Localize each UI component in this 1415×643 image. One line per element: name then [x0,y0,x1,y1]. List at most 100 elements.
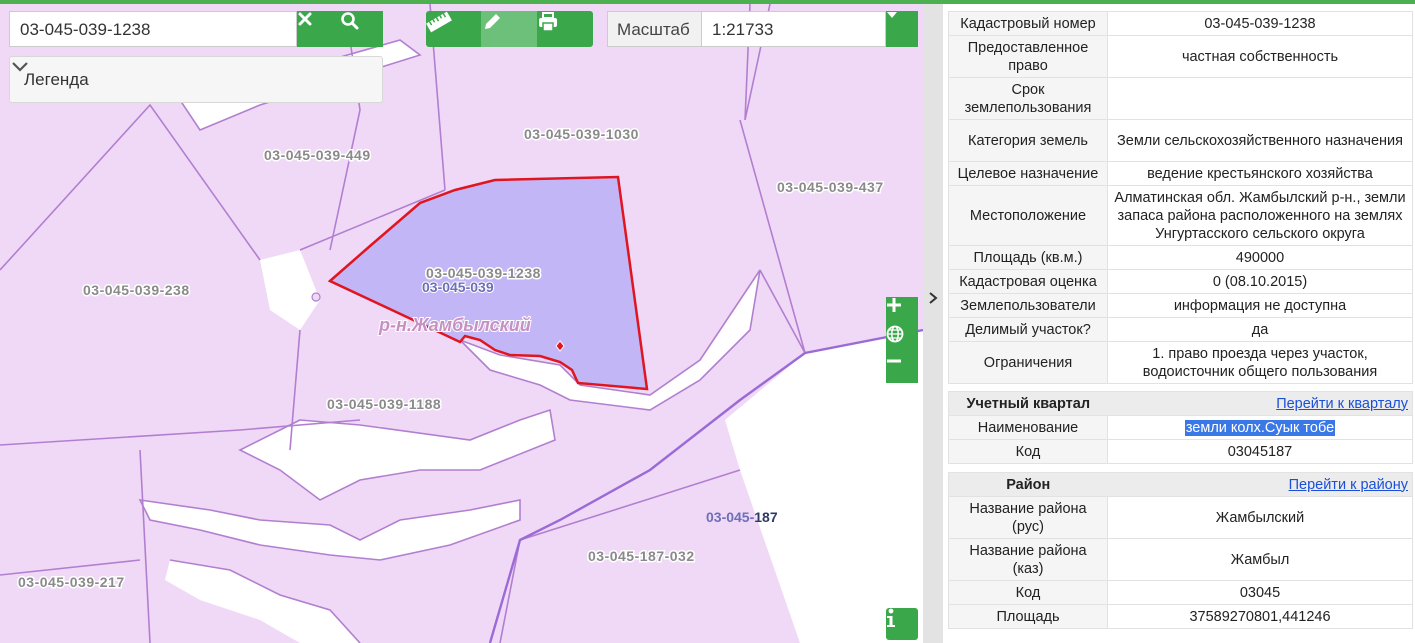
scale-dropdown-button[interactable] [886,11,918,47]
chevron-down-icon [12,62,28,72]
zoom-out-button[interactable] [886,353,918,383]
print-button[interactable] [537,11,593,47]
row-key: Код [948,439,1108,464]
draw-button[interactable] [481,11,537,47]
caret-down-icon [887,12,897,18]
go-to-quarter-link[interactable]: Перейти к кварталу [1276,396,1408,412]
parcel-label: 03-045-039-1188 [327,396,441,412]
row-value: Земли сельскохозяйственного назначения [1107,119,1413,162]
row-value: Алматинская обл. Жамбылский р-н., земли … [1107,185,1413,246]
zoom-in-button[interactable] [886,297,918,325]
printer-icon [539,12,557,32]
table-header-row: Учетный квартал Перейти к кварталу [948,391,1413,416]
parcel-label: 03-045-039-238 [83,282,190,298]
row-value: Жамбылский [1107,496,1413,539]
row-key: Предоставленное право [948,35,1108,78]
row-key: Землепользователи [948,293,1108,318]
district-label: р-н.Жамбылский [378,315,531,335]
quarter-label: 03-045-039 [422,279,494,295]
table-header-row: Район Перейти к району [948,472,1413,497]
row-value [1107,77,1413,120]
quarter-title: Учетный квартал [948,391,1108,416]
table-row: Местоположение Алматинская обл. Жамбылски… [948,185,1413,246]
row-value: 03-045-039-1238 [1107,11,1413,36]
table-row: Кадастровый номер 03-045-039-1238 [948,11,1413,36]
table-row: Площадь (кв.м.) 490000 [948,245,1413,270]
chevron-right-icon[interactable] [926,291,940,305]
zoom-controls [886,297,918,383]
table-row: Целевое назначение ведение крестьянского … [948,161,1413,186]
row-key: Кадастровый номер [948,11,1108,36]
quarter-info-table: Учетный квартал Перейти к кварталу Наиме… [948,391,1413,464]
table-row: Наименование земли колх.Суык тобе [948,415,1413,440]
search-input[interactable]: 03-045-039-1238 [9,11,297,47]
row-key: Наименование [948,415,1108,440]
row-value: информация не доступна [1107,293,1413,318]
row-value: ведение крестьянского хозяйства [1107,161,1413,186]
row-key: Кадастровая оценка [948,269,1108,294]
parcel-label: 03-045-039-449 [264,147,371,163]
row-key: Делимый участок? [948,317,1108,342]
table-row: Категория земель Земли сельскохозяйственн… [948,119,1413,162]
globe-icon [886,325,904,343]
table-row: Площадь 37589270801,441246 [948,604,1413,629]
row-key: Местоположение [948,185,1108,246]
measure-button[interactable] [426,11,481,47]
legend-label: Легенда [24,70,89,89]
row-value: 37589270801,441246 [1107,604,1413,629]
row-key: Срок землепользования [948,77,1108,120]
quarter-label-187: 03-045-187 [706,509,778,525]
panel-splitter[interactable] [923,4,943,643]
table-row: Название района (каз) Жамбыл [948,538,1413,581]
close-icon [298,12,312,26]
parcel-label: 03-045-187-032 [588,548,695,564]
table-row: Название района (рус) Жамбылский [948,496,1413,539]
pencil-icon [485,14,500,29]
table-row: Ограничения 1. право проезда через участо… [948,341,1413,384]
go-to-district-link[interactable]: Перейти к району [1289,477,1408,493]
district-title: Район [948,472,1108,497]
table-row: Делимый участок? да [948,317,1413,342]
info-button[interactable] [886,608,918,640]
scale-select[interactable]: 1:21733 [702,11,886,47]
row-value: Жамбыл [1107,538,1413,581]
tool-group [426,11,593,47]
row-key: Код [948,580,1108,605]
plus-icon [887,298,901,312]
parcel-info-table: Кадастровый номер 03-045-039-1238 Предост… [948,11,1413,384]
row-key: Целевое назначение [948,161,1108,186]
row-key: Площадь [948,604,1108,629]
row-value: да [1107,317,1413,342]
row-value: частная собственность [1107,35,1413,78]
map-view[interactable]: 03-045-039-1030 03-045-039-449 03-045-03… [0,4,923,643]
legend-dropdown[interactable]: Легенда [9,56,383,103]
table-row: Срок землепользования [948,77,1413,120]
table-row: Код 03045 [948,580,1413,605]
row-value: 03045 [1107,580,1413,605]
row-key: Площадь (кв.м.) [948,245,1108,270]
table-row: Предоставленное право частная собственнос… [948,35,1413,78]
full-extent-button[interactable] [886,325,918,353]
row-value: 1. право проезда через участок, водоисто… [1107,341,1413,384]
district-info-table: Район Перейти к району Название района (… [948,472,1413,629]
parcel-label: 03-045-039-437 [777,179,884,195]
info-icon [887,608,895,627]
search-button[interactable] [340,11,383,47]
clear-search-button[interactable] [297,11,340,47]
row-key: Ограничения [948,341,1108,384]
minus-icon [887,359,901,363]
parcel-label: 03-045-039-217 [18,574,125,590]
parcel-label: 03-045-039-1030 [524,126,639,142]
row-value: 490000 [1107,245,1413,270]
table-row: Код 03045187 [948,439,1413,464]
search-icon [341,12,359,30]
row-key: Категория земель [948,119,1108,162]
scale-label: Масштаб [607,11,702,47]
row-value: 0 (08.10.2015) [1107,269,1413,294]
ruler-icon [426,11,452,33]
row-key: Название района (рус) [948,496,1108,539]
row-key: Название района (каз) [948,538,1108,581]
table-row: Землепользователи информация не доступна [948,293,1413,318]
row-value: 03045187 [1107,439,1413,464]
row-value: земли колх.Суык тобе [1184,419,1336,436]
